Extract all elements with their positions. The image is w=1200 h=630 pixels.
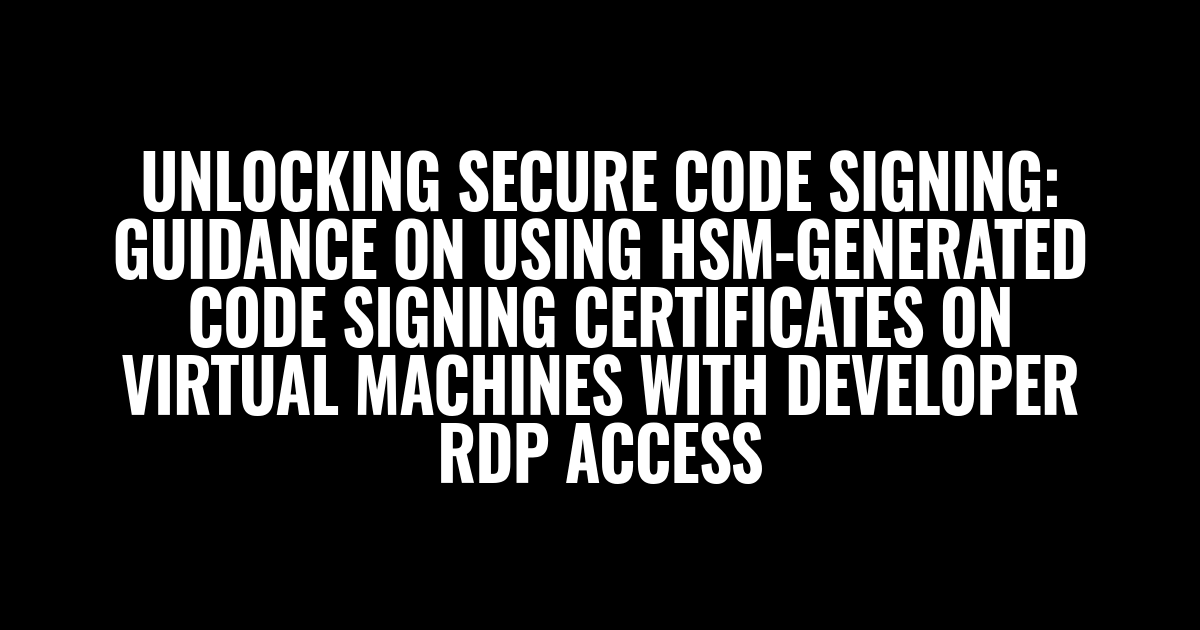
page-title: Unlocking Secure Code Signing: Guidance …	[72, 145, 1128, 485]
